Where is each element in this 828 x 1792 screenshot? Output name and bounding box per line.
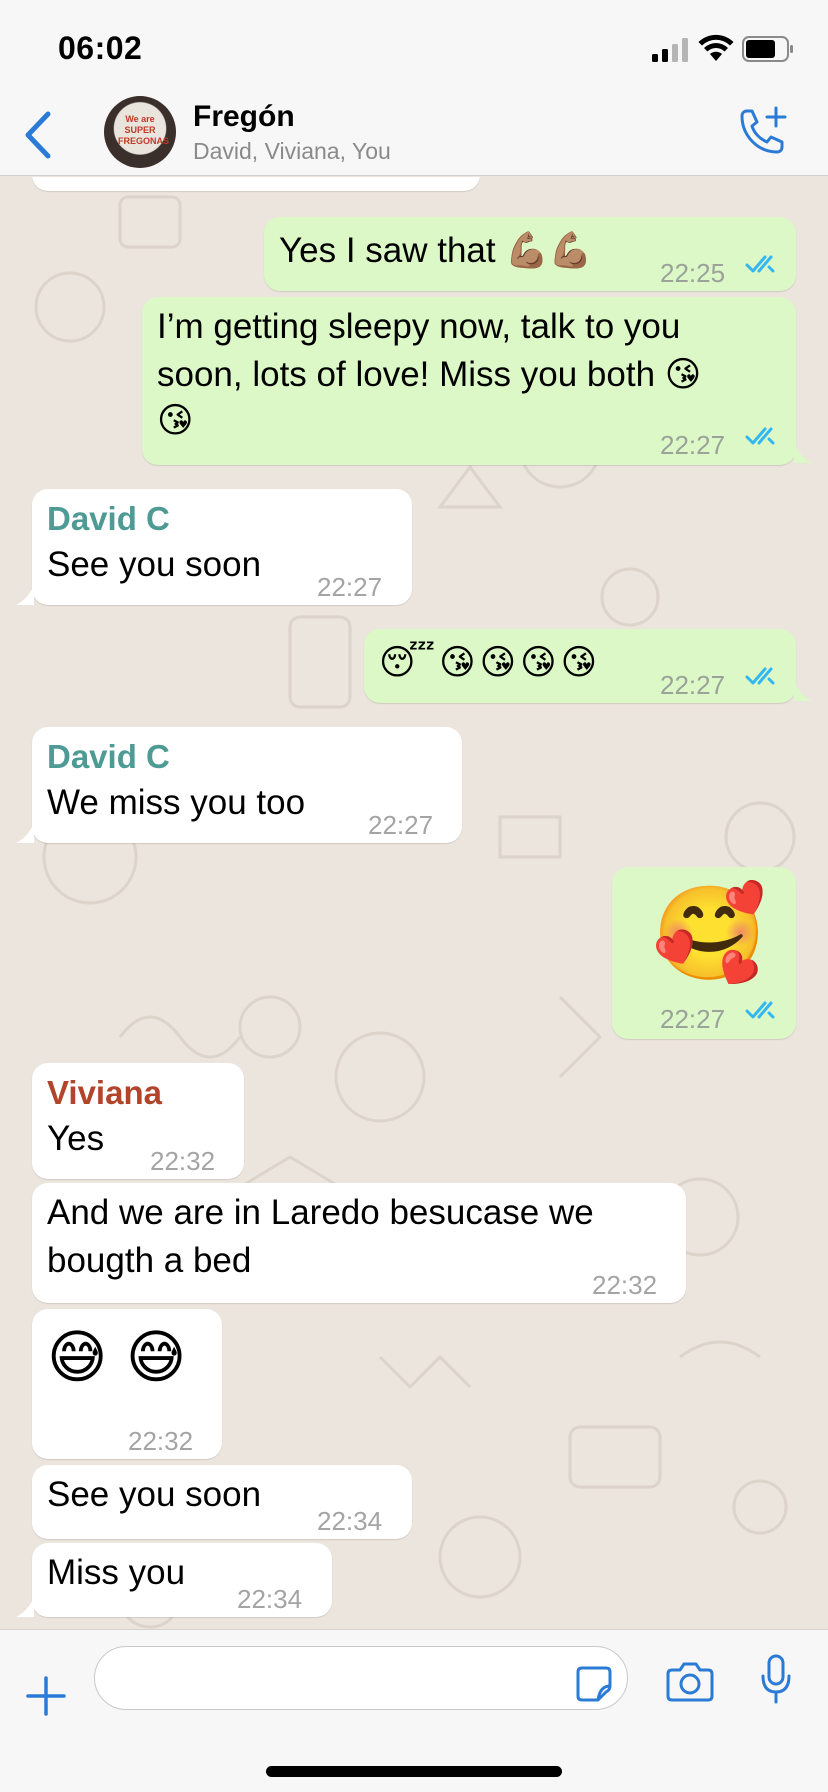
wifi-icon xyxy=(698,34,734,61)
previous-message-fragment xyxy=(32,177,480,191)
message-text: 😅 😅 xyxy=(47,1323,187,1391)
message-bubble-incoming[interactable]: And we are in Laredo besucase we bougth … xyxy=(32,1183,686,1303)
message-input[interactable] xyxy=(94,1646,628,1710)
avatar-text: We are SUPER FREGONAS xyxy=(118,114,170,146)
message-text-line: bougth a bed xyxy=(47,1241,252,1280)
message-text: 🥰 xyxy=(652,880,767,987)
sender-name[interactable]: Viviana xyxy=(47,1069,162,1117)
message-text-line: And we are in Laredo besucase we xyxy=(47,1193,594,1232)
message-bubble-incoming[interactable]: See you soon 22:34 xyxy=(32,1465,412,1539)
message-text: Miss you xyxy=(47,1553,186,1592)
bubble-tail xyxy=(16,823,34,843)
home-indicator[interactable] xyxy=(266,1766,562,1777)
read-receipt-icon xyxy=(745,1001,775,1019)
group-avatar[interactable]: We are SUPER FREGONAS xyxy=(104,96,176,168)
message-bubble-outgoing[interactable]: 😴😘😘😘😘 22:27 xyxy=(364,629,796,703)
sender-name[interactable]: David C xyxy=(47,495,170,543)
message-time: 22:27 xyxy=(660,670,726,700)
message-text: Yes I saw that 💪🏽💪🏽 xyxy=(279,231,593,270)
bubble-tail xyxy=(794,681,812,701)
status-time: 06:02 xyxy=(58,30,143,66)
message-time: 22:32 xyxy=(592,1270,658,1300)
chat-participants[interactable]: David, Viviana, You xyxy=(193,138,391,165)
message-bubble-incoming[interactable]: Miss you 22:34 xyxy=(32,1543,332,1617)
message-bubble-outgoing[interactable]: 🥰 22:27 xyxy=(612,867,796,1039)
status-bar: 06:02 xyxy=(0,0,828,92)
message-bubble-incoming[interactable]: David C See you soon 22:27 xyxy=(32,489,412,605)
sticker-icon[interactable] xyxy=(574,1664,614,1704)
add-call-icon[interactable] xyxy=(732,102,792,162)
read-receipt-icon xyxy=(745,255,775,273)
message-time: 22:27 xyxy=(660,430,726,460)
bubble-tail xyxy=(16,585,34,605)
chevron-left-icon[interactable] xyxy=(20,110,54,160)
bubble-tail xyxy=(794,443,812,463)
message-bubble-outgoing[interactable]: Yes I saw that 💪🏽💪🏽 22:25 xyxy=(264,217,796,291)
message-time: 22:32 xyxy=(150,1146,216,1176)
bubble-tail xyxy=(16,1597,34,1617)
message-text-line: I’m getting sleepy now, talk to you xyxy=(157,307,681,346)
battery-icon xyxy=(742,36,793,62)
message-time: 22:34 xyxy=(317,1506,383,1536)
message-text: See you soon xyxy=(47,545,262,584)
message-time: 22:27 xyxy=(660,1004,726,1034)
sender-name[interactable]: David C xyxy=(47,733,170,781)
signal-icon xyxy=(652,38,688,62)
message-text: Yes xyxy=(47,1119,105,1158)
message-bubble-incoming[interactable]: David C We miss you too 22:27 xyxy=(32,727,462,843)
message-text-line: 😘 xyxy=(157,401,194,440)
message-bubble-outgoing[interactable]: I’m getting sleepy now, talk to you soon… xyxy=(142,297,796,465)
message-text: We miss you too xyxy=(47,783,306,822)
composer-bar xyxy=(0,1629,828,1792)
read-receipt-icon xyxy=(745,667,775,685)
message-time: 22:32 xyxy=(128,1426,194,1456)
microphone-icon[interactable] xyxy=(760,1654,792,1704)
message-bubble-incoming[interactable]: Viviana Yes 22:32 xyxy=(32,1063,244,1179)
chat-header: We are SUPER FREGONAS Fregón David, Vivi… xyxy=(0,92,828,176)
read-receipt-icon xyxy=(745,427,775,445)
message-time: 22:34 xyxy=(237,1584,303,1614)
message-text-line: soon, lots of love! Miss you both 😘 xyxy=(157,355,702,394)
message-time: 22:25 xyxy=(660,258,726,288)
camera-icon[interactable] xyxy=(666,1660,714,1702)
message-text: 😴😘😘😘😘 xyxy=(379,643,602,683)
message-time: 22:27 xyxy=(317,572,383,602)
message-time: 22:27 xyxy=(368,810,434,840)
message-list[interactable]: Yes I saw that 💪🏽💪🏽 22:25 I’m getting sl… xyxy=(0,177,828,1629)
chat-title[interactable]: Fregón xyxy=(193,100,295,134)
plus-icon[interactable] xyxy=(26,1676,66,1716)
message-bubble-incoming[interactable]: 😅 😅 22:32 xyxy=(32,1309,222,1459)
message-text: See you soon xyxy=(47,1475,262,1514)
